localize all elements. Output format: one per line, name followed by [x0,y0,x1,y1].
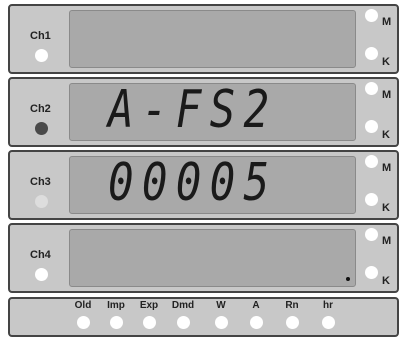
indicator-led [249,316,263,329]
mega-led [365,9,378,22]
mega-led [365,82,378,95]
channel-led-ch4 [35,268,48,281]
kilo-led [365,47,378,60]
kilo-label: K [382,275,390,287]
kilo-led [365,120,378,133]
indicator-led [76,316,90,329]
indicator-led [142,316,156,329]
indicator-label: Dmd [171,300,195,311]
display-value: 00005 [108,156,278,213]
channel-row-ch2: Ch2 A-FS2 M K [8,77,399,147]
indicator-led [285,316,299,329]
channel-row-ch3: Ch3 00005 M K [8,150,399,220]
channel-led-ch1 [35,49,48,62]
indicator-a: A [236,300,276,329]
decimal-point-indicator [346,277,350,281]
display-value: A-FS2 [108,83,278,140]
mega-led [365,155,378,168]
display-ch2: A-FS2 [69,83,356,141]
indicator-led [109,316,123,329]
indicator-label: hr [323,300,333,311]
channel-led-ch3 [35,195,48,208]
indicator-led [214,316,228,329]
mega-led [365,228,378,241]
indicator-led [321,316,335,329]
indicator-strip: Old Imp Exp Dmd W A Rn hr [8,297,399,337]
kilo-led [365,266,378,279]
mega-label: M [382,235,392,247]
indicator-label: W [216,300,226,311]
channel-label: Ch3 [30,176,51,188]
display-ch4 [69,229,356,287]
mega-label: M [382,162,392,174]
indicator-rn: Rn [272,300,312,329]
mega-label: M [382,89,392,101]
indicator-led [176,316,190,329]
channel-label: Ch1 [30,30,51,42]
channel-label: Ch2 [30,103,51,115]
indicator-w: W [201,300,241,329]
mega-label: M [382,16,392,28]
channel-label: Ch4 [30,249,51,261]
kilo-label: K [382,202,390,214]
indicator-label: Rn [285,300,299,311]
kilo-label: K [382,129,390,141]
indicator-label: A [252,300,260,311]
channel-row-ch1: Ch1 M K [8,4,399,74]
kilo-label: K [382,56,390,68]
display-ch3: 00005 [69,156,356,214]
indicator-dmd: Dmd [163,300,203,329]
channel-row-ch4: Ch4 M K [8,223,399,293]
indicator-hr: hr [308,300,348,329]
channel-led-ch2 [35,122,48,135]
kilo-led [365,193,378,206]
display-ch1 [69,10,356,68]
